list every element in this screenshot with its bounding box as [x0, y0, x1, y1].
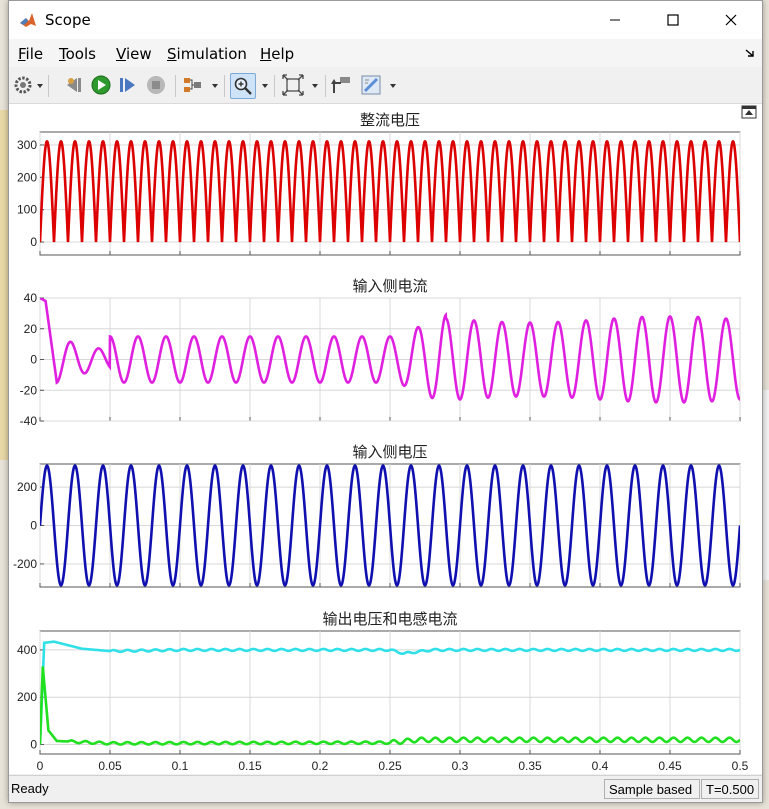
scope-panel-4: 输出电压和电感电流 400 200 00 0.05 0.1 0.15 0.2 0.25 0.3 0.…: [17, 611, 749, 773]
status-ready-text: Ready: [11, 781, 49, 796]
y-tick-label: 300: [17, 138, 37, 152]
signal-selector-button[interactable]: [182, 73, 204, 97]
settings-dropdown-icon[interactable]: [37, 84, 43, 88]
y-tick-label: 0: [30, 235, 37, 249]
menu-file[interactable]: File: [18, 45, 43, 63]
simulation-time-indicator: T=0.500: [701, 779, 759, 799]
settings-button[interactable]: [12, 73, 34, 97]
toolbar-separator: [325, 75, 326, 97]
panel-title: 输入侧电流: [352, 278, 427, 295]
x-tick-label: 0.45: [658, 759, 682, 773]
y-tick-label: 200: [17, 170, 37, 184]
run-icon: [91, 75, 111, 95]
toolbar-separator: [274, 75, 275, 97]
window-title: Scope: [45, 11, 91, 29]
step-forward-button[interactable]: [117, 73, 139, 97]
menu-simulation[interactable]: Simulation: [167, 45, 247, 63]
step-back-button[interactable]: [63, 73, 85, 97]
scope-panel-1: 整流电压 300 200 100 0: [17, 112, 741, 256]
maximize-button[interactable]: [644, 1, 702, 39]
y-tick-label: -40: [20, 414, 38, 428]
menu-bar: File Tools View Simulation Help: [9, 39, 762, 67]
toolbar-separator: [175, 75, 176, 97]
scope-window: Scope File Tools View Simulation Help 整流…: [8, 0, 763, 803]
zoom-icon: [234, 77, 252, 95]
highlight-block-button[interactable]: [331, 73, 353, 97]
autoscale-button[interactable]: [282, 73, 304, 97]
matlab-logo-icon: [20, 13, 36, 27]
status-bar: Ready Sample based T=0.500: [9, 775, 762, 802]
y-tick-label: -200: [13, 557, 37, 571]
signal-selector-icon: [184, 78, 201, 92]
autoscale-icon: [282, 74, 304, 96]
run-button[interactable]: [90, 73, 112, 97]
menu-tools[interactable]: Tools: [59, 45, 96, 63]
toolbar-separator: [224, 75, 225, 97]
settings-icon: [14, 76, 32, 94]
stop-button[interactable]: [145, 73, 167, 97]
x-tick-label: 0.3: [452, 759, 469, 773]
menu-help[interactable]: Help: [260, 45, 294, 63]
toolbar: [9, 69, 762, 104]
style-dropdown-icon[interactable]: [390, 84, 396, 88]
zoom-button[interactable]: [230, 73, 256, 99]
style-button[interactable]: [360, 73, 382, 97]
menu-view[interactable]: View: [116, 45, 152, 63]
close-button[interactable]: [702, 1, 760, 39]
autoscale-dropdown-icon[interactable]: [312, 84, 318, 88]
sample-mode-indicator: Sample based: [604, 779, 700, 799]
y-tick-label: 200: [17, 690, 37, 704]
y-tick-label: -20: [20, 383, 38, 397]
minimize-button[interactable]: [586, 1, 644, 39]
zoom-dropdown-icon[interactable]: [262, 84, 268, 88]
panel-title: 输入侧电压: [352, 444, 427, 461]
x-tick-label: 0.25: [378, 759, 402, 773]
y-tick-label: 0: [30, 738, 37, 752]
scope-plots: 整流电压3002001000输入侧电流40200-20-40输入侧电压2000-…: [13, 112, 749, 773]
y-tick-label: 40: [24, 291, 38, 305]
x-tick-label: 0.1: [172, 759, 189, 773]
dock-arrow-icon[interactable]: [744, 48, 756, 58]
y-tick-label: 100: [17, 203, 37, 217]
scope-panel-2: 输入侧电流 40 20 0 -20 -40: [20, 278, 741, 428]
highlight-block-icon: [331, 77, 350, 93]
minimize-icon: [610, 19, 620, 21]
x-tick-label: 0.5: [732, 759, 749, 773]
close-icon: [725, 14, 737, 26]
toolbar-separator: [48, 75, 49, 97]
signal-selector-dropdown-icon[interactable]: [212, 84, 218, 88]
step-forward-icon: [120, 78, 135, 92]
x-tick-label: 0.2: [312, 759, 329, 773]
title-bar: Scope: [9, 1, 762, 39]
x-tick-label: 0.4: [592, 759, 609, 773]
x-tick-label: 0.15: [238, 759, 262, 773]
x-tick-label: 0: [37, 759, 44, 773]
undock-legend-icon[interactable]: [741, 105, 757, 119]
y-tick-label: 0: [30, 353, 37, 367]
y-tick-label: 0: [30, 519, 37, 533]
y-tick-label: 20: [24, 322, 38, 336]
scope-panel-3: 输入侧电压 200 0 -200: [13, 444, 741, 588]
y-tick-label: 200: [17, 480, 37, 494]
y-tick-label: 400: [17, 643, 37, 657]
background-window-fragment: [0, 110, 8, 460]
panel-title: 输出电压和电感电流: [322, 611, 457, 628]
scope-plot-area: 整流电压 300 200 100 0 输入侧电流 40 20 0 -20 -40 输入侧电压 200 0-…: [9, 104, 762, 774]
step-back-icon: [67, 78, 81, 92]
panel-title: 整流电压: [360, 112, 420, 129]
x-tick-label: 0.35: [518, 759, 542, 773]
style-icon: [361, 75, 381, 95]
maximize-icon: [667, 14, 679, 26]
x-tick-label: 0.05: [98, 759, 122, 773]
stop-icon: [147, 76, 165, 94]
